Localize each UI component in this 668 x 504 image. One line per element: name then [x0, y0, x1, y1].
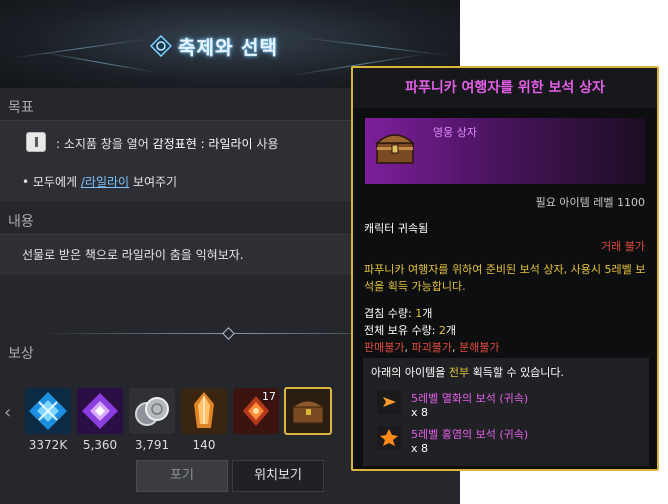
reward-prev-arrow-icon[interactable]: ‹ — [4, 402, 11, 423]
objective-highlight: 감정표현 : 라일라이 — [152, 137, 253, 151]
reward-slot-2[interactable] — [77, 388, 123, 434]
abandon-button[interactable]: 포기 — [136, 460, 228, 492]
stack-label: 겹침 수량: — [364, 307, 416, 320]
tooltip-title: 파푸니카 여행자를 위한 보석 상자 — [353, 68, 657, 108]
owned-label: 전체 보유 수량: — [364, 324, 439, 337]
contents-box: 아래의 아이템을 전부 획득할 수 있습니다. 5레벨 멸화의 보석 (귀속) … — [363, 358, 649, 466]
quest-emblem-icon — [150, 35, 172, 57]
content-item-name-2: 5레벨 홍염의 보석 (귀속) — [411, 428, 529, 441]
required-item-level: 필요 아이템 레벨 1100 — [535, 196, 645, 209]
restrictions: 판매불가, 파괴불가, 분해불가 — [364, 341, 500, 354]
item-tooltip: 파푸니카 여행자를 위한 보석 상자 영웅 상자 필요 아이템 레벨 1100 … — [351, 66, 659, 471]
contents-header: 아래의 아이템을 전부 획득할 수 있습니다. — [371, 364, 564, 380]
contents-prefix: 아래의 아이템을 — [371, 366, 449, 379]
reward-count-4: 140 — [192, 438, 216, 452]
owned-unit: 개 — [445, 324, 457, 337]
reward-count-2: 5,360 — [82, 438, 118, 452]
reward-label: 보상 — [8, 346, 34, 362]
item-grade: 영웅 상자 — [433, 126, 477, 139]
restriction-disassemble: 분해불가 — [458, 341, 500, 354]
ruin-gem-icon — [377, 390, 401, 414]
item-description: 파푸니카 여행자를 위하여 준비된 보석 상자, 사용시 5레벨 보석을 획득 … — [364, 263, 646, 293]
reward-slot-5[interactable]: 17 — [233, 388, 279, 434]
objective-label: 목표 — [8, 100, 34, 116]
content-text: 선물로 받은 책으로 라일라이 춤을 익혀보자. — [22, 248, 244, 262]
divider-ornament — [222, 327, 235, 340]
crimson-gem-icon — [377, 426, 401, 450]
purple-crystal-icon — [82, 393, 118, 429]
trade-status: 거래 불가 — [601, 240, 645, 253]
restriction-destroy: 파괴불가 — [411, 341, 452, 354]
stack-quantity: 겹침 수량: 1개 — [364, 305, 432, 321]
locate-button[interactable]: 위치보기 — [232, 460, 324, 492]
owned-value: 2 — [438, 324, 446, 337]
content-item-qty-1: x 8 — [411, 406, 429, 419]
bullet: • — [22, 175, 30, 189]
task-prefix: 모두에게 — [32, 175, 81, 189]
objective-text: : 소지품 창을 열어 감정표현 : 라일라이 사용 — [56, 135, 279, 152]
owned-quantity: 전체 보유 수량: 2개 — [364, 322, 456, 338]
content-label: 내용 — [8, 214, 34, 230]
objective-suffix: 사용 — [252, 137, 279, 151]
emote-command-link[interactable]: /라일라이 — [81, 175, 129, 189]
content-item-name-1: 5레벨 멸화의 보석 (귀속) — [411, 392, 529, 405]
reward-stack-count: 17 — [262, 390, 276, 403]
blue-crystal-icon — [29, 392, 67, 430]
reward-count-1: 3372K — [28, 438, 68, 452]
reward-slot-4[interactable] — [181, 388, 227, 434]
orange-crystal-shard-icon — [194, 392, 214, 428]
reward-count-3: 3,791 — [134, 438, 170, 452]
reward-slot-1[interactable] — [25, 388, 71, 434]
bound-status: 캐릭터 귀속됨 — [364, 222, 429, 235]
contents-suffix: 획득할 수 있습니다. — [469, 366, 565, 379]
stack-unit: 개 — [422, 307, 433, 320]
treasure-chest-icon — [375, 134, 415, 164]
quest-title: 축제와 선택 — [178, 37, 279, 59]
contents-highlight: 전부 — [448, 366, 470, 379]
restriction-sell: 판매불가 — [364, 341, 405, 354]
reward-slot-6[interactable] — [284, 387, 332, 435]
task-text: • 모두에게 /라일라이 보여주기 — [22, 173, 177, 190]
content-item-qty-2: x 8 — [411, 442, 429, 455]
task-suffix: 보여주기 — [129, 175, 178, 189]
silver-coins-icon — [135, 397, 169, 426]
treasure-chest-icon — [291, 400, 325, 424]
objective-prefix: : 소지품 창을 열어 — [56, 137, 153, 151]
reward-slot-3[interactable] — [129, 388, 175, 434]
emote-item-icon[interactable] — [26, 132, 46, 152]
